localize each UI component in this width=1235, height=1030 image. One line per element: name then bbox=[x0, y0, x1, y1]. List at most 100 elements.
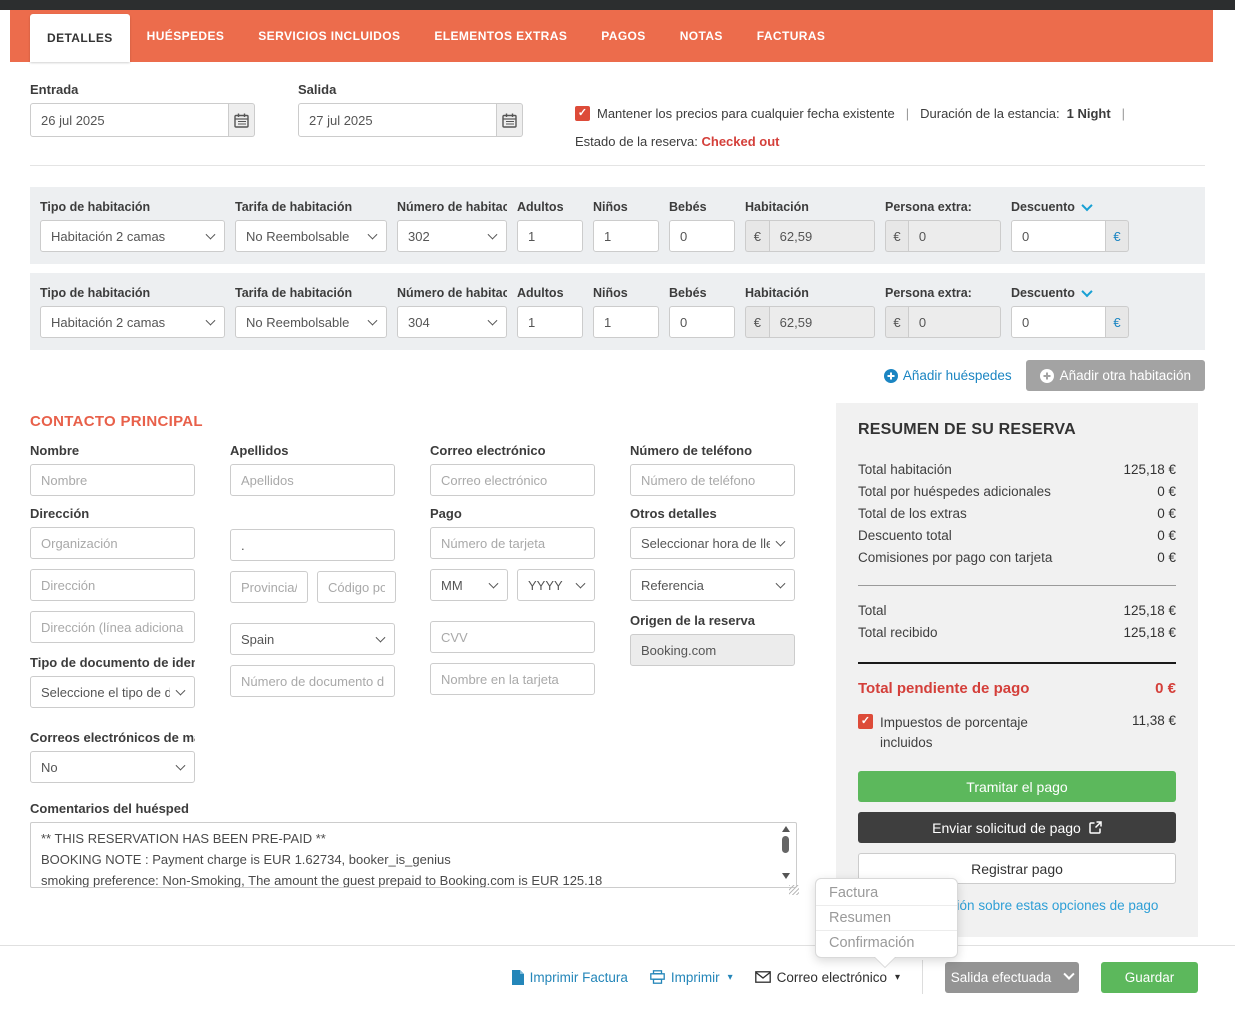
marketing-emails-select[interactable]: No bbox=[30, 751, 195, 783]
checkin-date-input[interactable] bbox=[30, 103, 229, 137]
adults-input[interactable] bbox=[517, 306, 583, 338]
room-price-input bbox=[768, 220, 875, 252]
envelope-icon bbox=[754, 971, 771, 983]
province-input[interactable] bbox=[230, 571, 308, 603]
checkin-calendar-button[interactable] bbox=[228, 103, 255, 137]
tab-detalles[interactable]: DETALLES bbox=[30, 14, 130, 62]
print-dropdown[interactable]: Imprimir ▾ bbox=[650, 970, 733, 985]
room-rate-header: Tarifa de habitación bbox=[235, 286, 353, 300]
discount-header: Descuento bbox=[1011, 200, 1129, 214]
babies-header: Bebés bbox=[669, 286, 707, 300]
room-type-select[interactable]: Habitación 2 camas bbox=[40, 220, 225, 252]
children-input[interactable] bbox=[593, 306, 659, 338]
payment-label: Pago bbox=[430, 506, 462, 521]
chevron-down-icon[interactable] bbox=[1081, 200, 1093, 212]
resize-grip-icon[interactable] bbox=[789, 885, 799, 895]
chevron-down-icon[interactable] bbox=[1081, 286, 1093, 298]
last-name-input[interactable] bbox=[230, 464, 395, 496]
room-rate-select[interactable]: No Reembolsable bbox=[235, 306, 387, 338]
summary-row-label: Total de los extras bbox=[858, 506, 967, 521]
adults-input[interactable] bbox=[517, 220, 583, 252]
postal-code-input[interactable] bbox=[317, 571, 396, 603]
city-input[interactable] bbox=[230, 529, 395, 561]
chevron-down-icon bbox=[775, 536, 786, 547]
checked-out-button[interactable]: Salida efectuada bbox=[945, 961, 1079, 993]
guest-comments-textarea[interactable]: ** THIS RESERVATION HAS BEEN PRE-PAID **… bbox=[30, 822, 797, 888]
scrollbar-thumb[interactable] bbox=[782, 836, 789, 853]
room-number-select[interactable]: 302 bbox=[397, 220, 507, 252]
card-month-select[interactable]: MM bbox=[430, 569, 508, 601]
room-number-select[interactable]: 304 bbox=[397, 306, 507, 338]
save-button[interactable]: Guardar bbox=[1101, 961, 1198, 993]
add-room-button[interactable]: Añadir otra habitación bbox=[1025, 360, 1205, 391]
summary-total-row: Total 125,18 € bbox=[858, 600, 1176, 622]
arrival-time-select[interactable]: Seleccionar hora de llegada bbox=[630, 527, 795, 559]
last-name-label: Apellidos bbox=[230, 443, 289, 458]
card-number-input[interactable] bbox=[430, 527, 595, 559]
currency-suffix: € bbox=[1105, 220, 1129, 252]
country-select[interactable]: Spain bbox=[230, 623, 395, 655]
address-line2-input[interactable] bbox=[30, 611, 195, 643]
discount-header: Descuento bbox=[1011, 286, 1129, 300]
scroll-up-icon[interactable] bbox=[782, 826, 790, 832]
keep-prices-checkbox[interactable]: ✓ bbox=[575, 106, 590, 121]
popover-item-factura[interactable]: Factura bbox=[816, 881, 957, 905]
summary-row-value: 125,18 € bbox=[1123, 462, 1176, 477]
booking-source-input bbox=[630, 634, 795, 666]
caret-down-icon: ▾ bbox=[727, 971, 733, 983]
email-input[interactable] bbox=[430, 464, 595, 496]
card-year-select[interactable]: YYYY bbox=[517, 569, 595, 601]
scroll-down-icon[interactable] bbox=[782, 873, 790, 879]
discount-input[interactable] bbox=[1011, 220, 1106, 252]
tab-servicios-incluidos[interactable]: SERVICIOS INCLUIDOS bbox=[241, 10, 417, 62]
reservation-status-label: Estado de la reserva: bbox=[575, 134, 698, 149]
pending-payment-value: 0 € bbox=[1155, 680, 1176, 697]
room-type-select[interactable]: Habitación 2 camas bbox=[40, 306, 225, 338]
print-invoice-link[interactable]: Imprimir Factura bbox=[511, 969, 628, 985]
first-name-input[interactable] bbox=[30, 464, 195, 496]
checkout-calendar-button[interactable] bbox=[496, 103, 523, 137]
tab-huespedes[interactable]: HUÉSPEDES bbox=[130, 10, 242, 62]
email-label: Correo electrónico bbox=[430, 443, 546, 458]
summary-title: RESUMEN DE SU RESERVA bbox=[858, 421, 1076, 438]
checkout-date-input[interactable] bbox=[298, 103, 497, 137]
tab-notas[interactable]: NOTAS bbox=[663, 10, 740, 62]
children-input[interactable] bbox=[593, 220, 659, 252]
currency-suffix: € bbox=[1105, 306, 1129, 338]
discount-input[interactable] bbox=[1011, 306, 1106, 338]
card-name-input[interactable] bbox=[430, 663, 595, 695]
process-payment-button[interactable]: Tramitar el pago bbox=[858, 771, 1176, 802]
adults-header: Adultos bbox=[517, 200, 564, 214]
reference-select[interactable]: Referencia bbox=[630, 569, 795, 601]
footer-actions-bar: Imprimir Factura Imprimir ▾ Correo elect… bbox=[0, 946, 1235, 994]
textarea-scrollbar[interactable] bbox=[779, 826, 793, 889]
tab-facturas[interactable]: FACTURAS bbox=[740, 10, 843, 62]
add-guests-link[interactable]: Añadir huéspedes bbox=[883, 368, 1012, 383]
address-input[interactable] bbox=[30, 569, 195, 601]
popover-item-confirmacion[interactable]: Confirmación bbox=[816, 930, 957, 955]
id-doc-number-input[interactable] bbox=[230, 665, 395, 697]
tab-elementos-extras[interactable]: ELEMENTOS EXTRAS bbox=[417, 10, 584, 62]
popover-item-resumen[interactable]: Resumen bbox=[816, 905, 957, 930]
summary-row-label: Comisiones por pago con tarjeta bbox=[858, 550, 1053, 565]
chevron-down-icon bbox=[205, 315, 216, 326]
email-dropdown[interactable]: Correo electrónico ▾ bbox=[754, 970, 900, 985]
tab-pagos[interactable]: PAGOS bbox=[584, 10, 662, 62]
chevron-down-icon bbox=[375, 632, 386, 643]
send-payment-request-button[interactable]: Enviar solicitud de pago bbox=[858, 812, 1176, 843]
keep-prices-label: Mantener los precios para cualquier fech… bbox=[597, 106, 895, 121]
calendar-icon bbox=[502, 113, 517, 128]
organization-input[interactable] bbox=[30, 527, 195, 559]
phone-label: Número de teléfono bbox=[630, 443, 753, 458]
babies-input[interactable] bbox=[669, 306, 735, 338]
id-doc-type-select[interactable]: Seleccione el tipo de documento bbox=[30, 676, 195, 708]
taxes-included-checkbox[interactable]: ✓ bbox=[858, 714, 873, 729]
cvv-input[interactable] bbox=[430, 621, 595, 653]
phone-input[interactable] bbox=[630, 464, 795, 496]
chevron-down-icon bbox=[488, 578, 499, 589]
extra-person-header: Persona extra: bbox=[885, 286, 972, 300]
babies-input[interactable] bbox=[669, 220, 735, 252]
room-rate-select[interactable]: No Reembolsable bbox=[235, 220, 387, 252]
summary-row-label: Total habitación bbox=[858, 462, 952, 477]
dates-section: Entrada Salida bbox=[30, 82, 1205, 149]
